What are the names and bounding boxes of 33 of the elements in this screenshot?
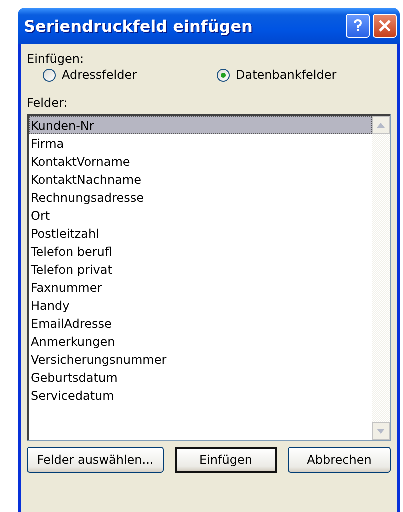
window-title: Seriendruckfeld einfügen bbox=[24, 16, 254, 36]
fields-label: Felder: bbox=[27, 96, 68, 110]
close-icon bbox=[378, 19, 392, 33]
dialog-button[interactable]: Felder auswählen... bbox=[27, 447, 164, 473]
scroll-up-button[interactable] bbox=[372, 116, 390, 134]
down-arrow-icon bbox=[377, 428, 385, 434]
radio-option[interactable]: Adressfelder bbox=[43, 68, 138, 82]
dialog-button[interactable]: Einfügen bbox=[175, 447, 277, 473]
list-item[interactable]: Handy bbox=[29, 296, 372, 314]
list-item[interactable]: KontaktNachname bbox=[29, 170, 372, 188]
list-item[interactable]: EmailAdresse bbox=[29, 314, 372, 332]
list-item[interactable]: Firma bbox=[29, 134, 372, 152]
radio-option[interactable]: Datenbankfelder bbox=[217, 68, 337, 82]
list-item[interactable]: Faxnummer bbox=[29, 278, 372, 296]
scrollbar[interactable] bbox=[372, 116, 390, 440]
help-button[interactable] bbox=[346, 14, 370, 38]
list-item[interactable]: Kunden-Nr bbox=[29, 116, 372, 134]
insert-label: Einfügen: bbox=[27, 52, 84, 66]
list-item[interactable]: Telefon berufl bbox=[29, 242, 372, 260]
list-item[interactable]: Servicedatum bbox=[29, 386, 372, 404]
list-item[interactable]: KontaktVorname bbox=[29, 152, 372, 170]
up-arrow-icon bbox=[377, 122, 385, 128]
list-item[interactable]: Anmerkungen bbox=[29, 332, 372, 350]
list-item[interactable]: Telefon privat bbox=[29, 260, 372, 278]
list-item[interactable]: Postleitzahl bbox=[29, 224, 372, 242]
dialog-button[interactable]: Abbrechen bbox=[288, 447, 391, 473]
close-button[interactable] bbox=[373, 14, 397, 38]
list-item[interactable]: Geburtsdatum bbox=[29, 368, 372, 386]
list-item[interactable]: Versicherungsnummer bbox=[29, 350, 372, 368]
help-icon bbox=[352, 19, 364, 33]
list-item[interactable]: Rechnungsadresse bbox=[29, 188, 372, 206]
scroll-down-button[interactable] bbox=[372, 422, 390, 440]
list-item[interactable]: Ort bbox=[29, 206, 372, 224]
